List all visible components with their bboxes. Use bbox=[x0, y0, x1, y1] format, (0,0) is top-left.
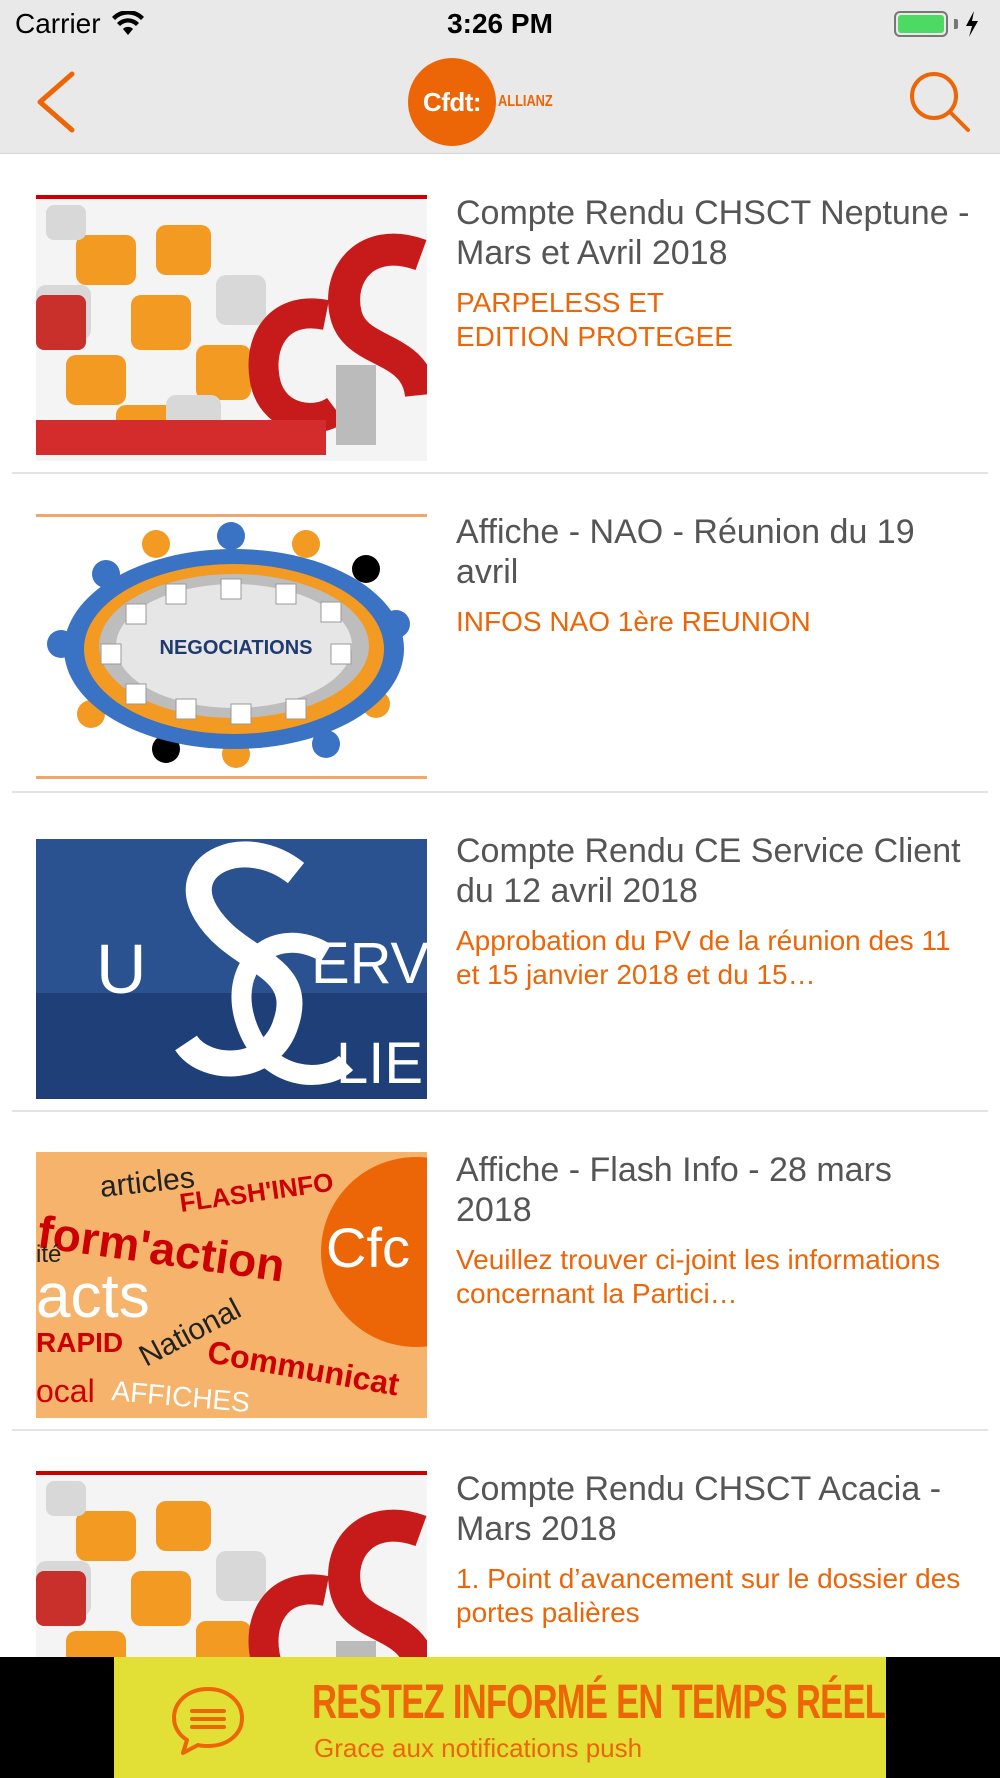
chsct-puzzle-image bbox=[36, 195, 427, 461]
flash-info-image: articles FLASH'INFO form'action ité acts… bbox=[36, 1152, 427, 1418]
banner-title: RESTEZ INFORMÉ EN TEMPS RÉEL bbox=[312, 1676, 886, 1729]
item-thumbnail: articles FLASH'INFO form'action ité acts… bbox=[36, 1152, 427, 1418]
flash-text-ocal: ocal bbox=[36, 1373, 95, 1409]
item-title: Compte Rendu CE Service Client du 12 avr… bbox=[456, 832, 961, 910]
item-subtitle: PARPELESS ET EDITION PROTEGEE bbox=[456, 287, 733, 352]
item-subtitle: Approbation du PV de la réunion des 11 e… bbox=[456, 925, 951, 990]
flash-text-cfc: Cfc bbox=[326, 1216, 410, 1279]
nav-bar: Cfdt: ALLIANZ bbox=[0, 50, 1000, 154]
list-item[interactable]: articles FLASH'INFO form'action ité acts… bbox=[12, 1112, 988, 1431]
banner-subtitle: Grace aux notifications push bbox=[314, 1733, 643, 1763]
service-client-text-lie: LIE bbox=[336, 1031, 423, 1096]
item-title: Compte Rendu CHSCT Neptune - Mars et Avr… bbox=[456, 194, 970, 272]
logo-circle: Cfdt: bbox=[408, 58, 496, 146]
item-thumbnail: NEGOCIATIONS bbox=[36, 514, 427, 780]
search-icon bbox=[910, 72, 970, 132]
item-subtitle: Veuillez trouver ci-joint les informatio… bbox=[456, 1244, 940, 1309]
item-subtitle: 1. Point d’avancement sur le dossier des… bbox=[456, 1563, 961, 1628]
service-client-text-ervi: ERVI bbox=[311, 931, 427, 996]
chat-bubble-icon bbox=[172, 1687, 244, 1755]
list-item[interactable]: NEGOCIATIONS Affiche - NAO - Réunion du … bbox=[12, 474, 988, 793]
service-client-text-u: U bbox=[96, 930, 147, 1008]
news-list: Compte Rendu CHSCT Neptune - Mars et Avr… bbox=[0, 155, 1000, 1750]
item-title: Compte Rendu CHSCT Acacia - Mars 2018 bbox=[456, 1470, 942, 1548]
status-time: 3:26 PM bbox=[447, 8, 553, 39]
banner-container: RESTEZ INFORMÉ EN TEMPS RÉEL Grace aux n… bbox=[0, 1657, 1000, 1778]
logo-subtitle: ALLIANZ bbox=[498, 93, 553, 110]
list-item[interactable]: Compte Rendu CHSCT Neptune - Mars et Avr… bbox=[12, 155, 988, 474]
item-title: Affiche - Flash Info - 28 mars 2018 bbox=[456, 1151, 892, 1229]
push-notification-banner[interactable]: RESTEZ INFORMÉ EN TEMPS RÉEL Grace aux n… bbox=[114, 1657, 886, 1778]
battery-icon bbox=[894, 11, 980, 37]
chevron-left-icon bbox=[37, 71, 75, 133]
app-logo: Cfdt: ALLIANZ bbox=[408, 58, 566, 146]
negociations-label: NEGOCIATIONS bbox=[160, 637, 313, 659]
negociations-image: NEGOCIATIONS bbox=[36, 514, 427, 780]
item-subtitle: INFOS NAO 1ère REUNION bbox=[456, 606, 811, 637]
list-item[interactable]: U ERVI LIE Compte Rendu CE Service Clien… bbox=[12, 793, 988, 1112]
service-client-image: U ERVI LIE bbox=[36, 833, 427, 1099]
back-button[interactable] bbox=[28, 68, 88, 136]
item-thumbnail: U ERVI LIE bbox=[36, 833, 427, 1099]
flash-text-rapid: RAPID bbox=[36, 1327, 123, 1358]
flash-text-acts: acts bbox=[36, 1262, 150, 1331]
item-thumbnail bbox=[36, 195, 427, 461]
search-button[interactable] bbox=[906, 68, 972, 134]
status-bar: Carrier 3:26 PM bbox=[0, 0, 1000, 50]
charging-bolt-icon bbox=[966, 11, 978, 37]
item-title: Affiche - NAO - Réunion du 19 avril bbox=[456, 513, 915, 591]
